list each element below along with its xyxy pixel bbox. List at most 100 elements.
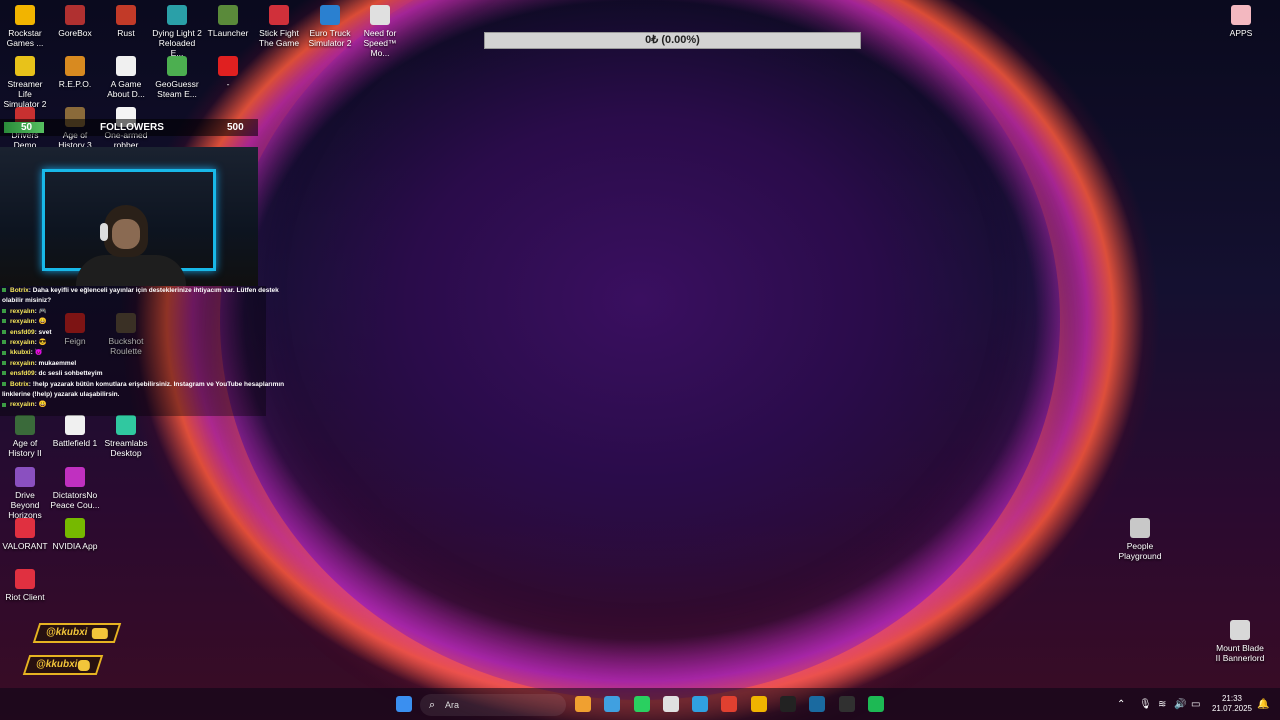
desktop-icon[interactable]: Stick Fight The Game	[254, 5, 304, 48]
desktop-icon[interactable]: APPS	[1216, 5, 1266, 38]
dictators-icon	[65, 467, 85, 487]
chat-line: olabilir misiniz?	[2, 296, 51, 307]
desktop-icon[interactable]: Streamer Life Simulator 2	[0, 56, 50, 109]
people-playground-icon	[1130, 518, 1150, 538]
epic-games-icon[interactable]	[780, 696, 796, 712]
chat-username: Botrix	[10, 287, 29, 294]
chat-message: : Daha keyifli ve eğlenceli yayınlar içi…	[28, 287, 279, 294]
desktop-icon-label: Stick Fight The Game	[258, 28, 300, 48]
desktop-icon-label: NVIDIA App	[52, 541, 98, 551]
chat-badge-icon	[2, 381, 6, 386]
desktop-icon-label: VALORANT	[2, 541, 48, 551]
notification-icon[interactable]: 🔔	[1257, 699, 1269, 710]
chat-badge-icon	[2, 371, 6, 376]
instagram-badge: @kkubxi	[22, 655, 104, 675]
taskbar-search[interactable]: ⌕ Ara	[420, 694, 566, 716]
nvidia-icon	[65, 518, 85, 538]
microphone-icon[interactable]: 🎙	[1139, 699, 1152, 710]
chat-line: rexyalın: 😎	[2, 338, 47, 349]
clock-date: 21.07.2025	[1211, 704, 1253, 713]
chat-username: rexyalın	[10, 339, 35, 346]
chat-line: Botrix: !help yazarak bütün komutlara er…	[2, 380, 284, 391]
spotify-icon[interactable]	[868, 696, 884, 712]
desktop-icon-label: R.E.P.O.	[58, 79, 92, 89]
desktop-icon-label: Euro Truck Simulator 2	[308, 28, 352, 48]
desktop-icon[interactable]: Streamlabs Desktop	[101, 415, 151, 458]
tray-overflow-icon[interactable]: ⌃	[1117, 699, 1125, 710]
microsoft-store-icon[interactable]	[692, 696, 708, 712]
taskbar-clock[interactable]: 21:33 21.07.2025	[1208, 694, 1256, 714]
chat-username: ensfd09	[10, 328, 35, 336]
desktop-icon[interactable]: Need for Speed™ Mo...	[355, 5, 405, 58]
chat-line: rexyalın: 😄	[2, 317, 47, 328]
chat-username: rexyalın	[10, 401, 35, 409]
desktop-icon[interactable]: People Playground	[1115, 518, 1165, 561]
windows-start-icon[interactable]	[396, 696, 412, 712]
wifi-icon[interactable]: ≋	[1158, 699, 1166, 710]
battlefield-1-icon	[65, 415, 85, 435]
desktop-icon-label: Mount Blade II Bannerlord	[1215, 643, 1265, 663]
chat-line: rexyalın: 😀	[2, 400, 47, 411]
ea-icon[interactable]	[721, 696, 737, 712]
desktop-icon[interactable]: -	[203, 56, 253, 89]
rockstar-icon	[15, 5, 35, 25]
desktop-icon[interactable]: Battlefield 1	[50, 415, 100, 448]
chat-badge-icon	[2, 350, 6, 355]
chat-message: : 😄	[34, 318, 47, 326]
obs-icon[interactable]	[839, 696, 855, 712]
desktop-icon-label: Riot Client	[5, 592, 45, 602]
folder-icon	[1231, 5, 1251, 25]
chat-message: linklerine (!help) yazarak ulaşabilirsin…	[2, 391, 120, 398]
desktop-icon[interactable]: GeoGuessr Steam E...	[152, 56, 202, 99]
dying-light-icon	[167, 5, 187, 25]
desktop-icon[interactable]: Drive Beyond Horizons	[0, 467, 50, 520]
desktop-icon[interactable]: VALORANT	[0, 518, 50, 551]
widgets-icon[interactable]	[575, 696, 591, 712]
chat-message: : 🎮	[34, 307, 47, 315]
followers-label: FOLLOWERS	[100, 122, 164, 133]
chat-badge-icon	[2, 402, 6, 407]
desktop-icon[interactable]: Euro Truck Simulator 2	[305, 5, 355, 48]
desktop-icon[interactable]: A Game About D...	[101, 56, 151, 99]
desktop-icon[interactable]: GoreBox	[50, 5, 100, 38]
desktop-icon[interactable]: Mount Blade II Bannerlord	[1215, 620, 1265, 663]
riot-client-icon	[15, 569, 35, 589]
chat-message: : 😎	[34, 339, 47, 346]
desktop-icon[interactable]: Rockstar Games ...	[0, 5, 50, 48]
desktop-icon[interactable]: R.E.P.O.	[50, 56, 100, 89]
volume-icon[interactable]: 🔊	[1174, 699, 1186, 710]
battery-icon[interactable]: ▭	[1191, 699, 1200, 710]
desktop-icon[interactable]: Riot Client	[0, 569, 50, 602]
desktop-icon[interactable]: NVIDIA App	[50, 518, 100, 551]
desktop-icon[interactable]: DictatorsNo Peace Cou...	[50, 467, 100, 510]
instagram-icon	[77, 660, 90, 671]
chat-line: kkubxi: 😈	[2, 348, 43, 359]
desktop-icon[interactable]: Rust	[101, 5, 151, 38]
chat-line: Botrix: Daha keyifli ve eğlenceli yayınl…	[2, 286, 279, 297]
headphones	[100, 223, 108, 241]
chat-message: : 😈	[30, 349, 43, 357]
search-icon: ⌕	[429, 699, 436, 711]
chrome-icon[interactable]	[663, 696, 679, 712]
steam-icon[interactable]	[809, 696, 825, 712]
chat-message: : !help yazarak bütün komutlara erişebil…	[28, 380, 285, 388]
whatsapp-icon[interactable]	[634, 696, 650, 712]
rust-icon	[116, 5, 136, 25]
bannerlord-icon	[1230, 620, 1250, 640]
copilot-icon[interactable]	[604, 696, 620, 712]
valorant-icon	[15, 518, 35, 538]
streamer-body	[76, 255, 186, 286]
desktop-icon-label: GeoGuessr Steam E...	[155, 79, 199, 99]
chat-username: Botrix	[10, 380, 29, 388]
desktop-icon[interactable]: Dying Light 2 Reloaded E...	[152, 5, 202, 58]
rockstar-icon[interactable]	[751, 696, 767, 712]
streamer-face	[112, 219, 140, 249]
desktop-icon-label: Need for Speed™ Mo...	[363, 28, 397, 58]
chat-line: rexyalın: mukaemmel	[2, 359, 76, 370]
chat-line: ensfd09: svet	[2, 328, 52, 339]
desktop-icon-label: Rockstar Games ...	[6, 28, 44, 48]
download-progress-text: 0₺ (0.00%)	[645, 34, 700, 46]
desktop-icon[interactable]: TLauncher	[203, 5, 253, 38]
followers-goal-bar: 50 FOLLOWERS 500	[0, 119, 258, 136]
desktop-icon[interactable]: Age of History II	[0, 415, 50, 458]
